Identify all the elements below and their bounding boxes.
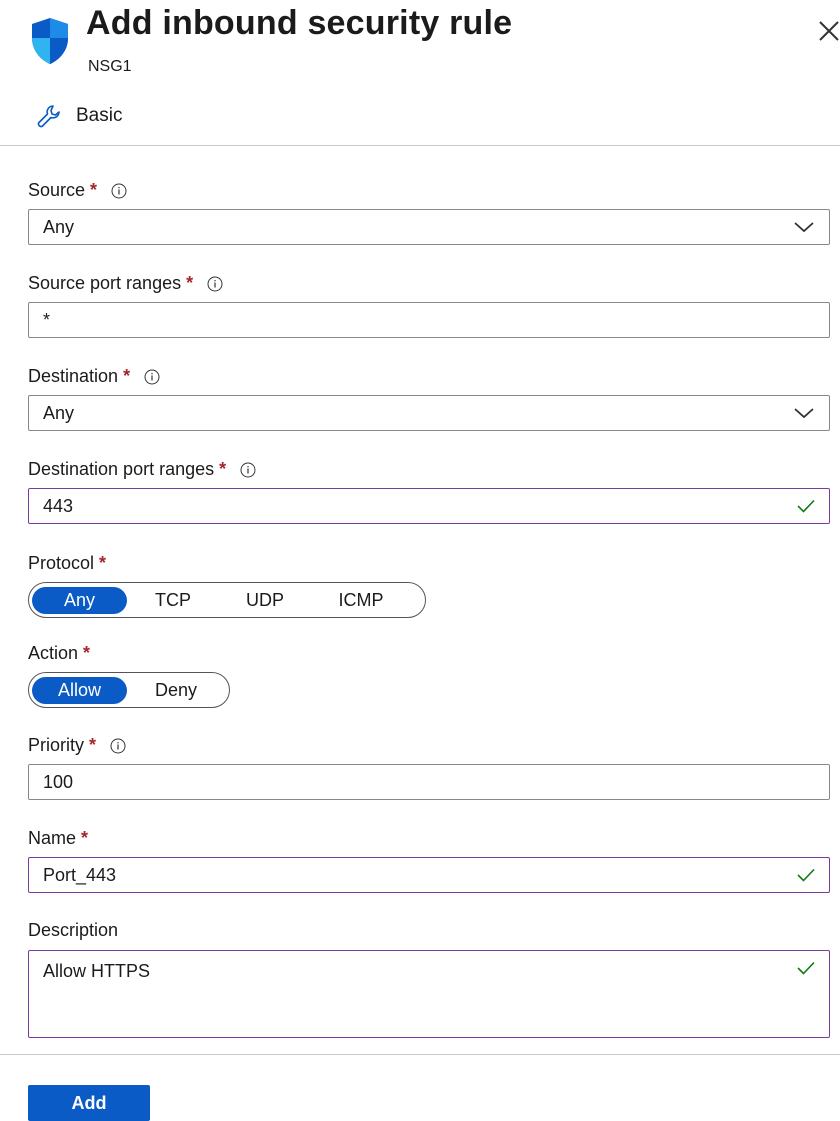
source-port-ranges-input[interactable]: * [28, 302, 830, 338]
protocol-option-icmp[interactable]: ICMP [311, 587, 411, 614]
source-dropdown[interactable]: Any [28, 209, 830, 245]
priority-label-text: Priority [28, 735, 85, 755]
protocol-toggle: Any TCP UDP ICMP [28, 582, 426, 618]
page-subtitle: NSG1 [88, 58, 132, 75]
info-icon[interactable] [240, 462, 256, 478]
checkmark-icon [797, 868, 815, 882]
action-option-deny[interactable]: Deny [127, 677, 225, 704]
priority-label: Priority * [28, 735, 126, 756]
required-marker: * [99, 553, 107, 573]
close-icon[interactable] [808, 10, 840, 46]
required-marker: * [90, 180, 98, 200]
action-label: Action * [28, 643, 90, 664]
info-icon[interactable] [111, 183, 127, 199]
source-value: Any [43, 216, 75, 237]
source-port-ranges-value: * [43, 309, 51, 330]
destination-port-ranges-value: 443 [43, 495, 74, 516]
source-port-ranges-label: Source port ranges * [28, 273, 223, 294]
info-icon[interactable] [144, 369, 160, 385]
name-value: Port_443 [43, 864, 117, 885]
priority-input[interactable]: 100 [28, 764, 830, 800]
protocol-option-any[interactable]: Any [32, 586, 127, 614]
wrench-icon [37, 105, 60, 128]
checkmark-icon [797, 961, 815, 975]
tab-basic-label: Basic [76, 105, 123, 126]
description-value: Allow HTTPS [43, 961, 151, 981]
destination-dropdown[interactable]: Any [28, 395, 830, 431]
footer-divider [0, 1054, 840, 1055]
destination-port-ranges-label-text: Destination port ranges [28, 459, 215, 479]
source-label: Source * [28, 180, 127, 201]
destination-label-text: Destination [28, 366, 119, 386]
description-textarea[interactable]: Allow HTTPS [28, 950, 830, 1038]
tab-divider [0, 145, 840, 146]
tab-basic[interactable]: Basic [36, 100, 122, 132]
chevron-down-icon [794, 222, 814, 233]
protocol-option-udp[interactable]: UDP [219, 587, 311, 614]
required-marker: * [123, 366, 131, 386]
source-label-text: Source [28, 180, 86, 200]
info-icon[interactable] [207, 276, 223, 292]
action-toggle: Allow Deny [28, 672, 230, 708]
destination-label: Destination * [28, 366, 160, 387]
destination-port-ranges-input[interactable]: 443 [28, 488, 830, 524]
destination-value: Any [43, 402, 75, 423]
required-marker: * [81, 828, 89, 848]
page-title: Add inbound security rule [86, 4, 513, 42]
priority-value: 100 [43, 771, 74, 792]
required-marker: * [83, 643, 91, 663]
required-marker: * [219, 459, 227, 479]
description-label-text: Description [28, 920, 119, 940]
description-label: Description [28, 920, 118, 941]
source-port-ranges-label-text: Source port ranges [28, 273, 182, 293]
info-icon[interactable] [110, 738, 126, 754]
action-label-text: Action [28, 643, 79, 663]
destination-port-ranges-label: Destination port ranges * [28, 459, 256, 480]
chevron-down-icon [794, 408, 814, 419]
protocol-label-text: Protocol [28, 553, 95, 573]
checkmark-icon [797, 499, 815, 513]
protocol-option-tcp[interactable]: TCP [127, 587, 219, 614]
required-marker: * [186, 273, 194, 293]
protocol-label: Protocol * [28, 553, 106, 574]
action-option-allow[interactable]: Allow [32, 676, 127, 704]
required-marker: * [89, 735, 97, 755]
name-label-text: Name [28, 828, 77, 848]
name-label: Name * [28, 828, 88, 849]
shield-icon [32, 18, 68, 64]
name-input[interactable]: Port_443 [28, 857, 830, 893]
